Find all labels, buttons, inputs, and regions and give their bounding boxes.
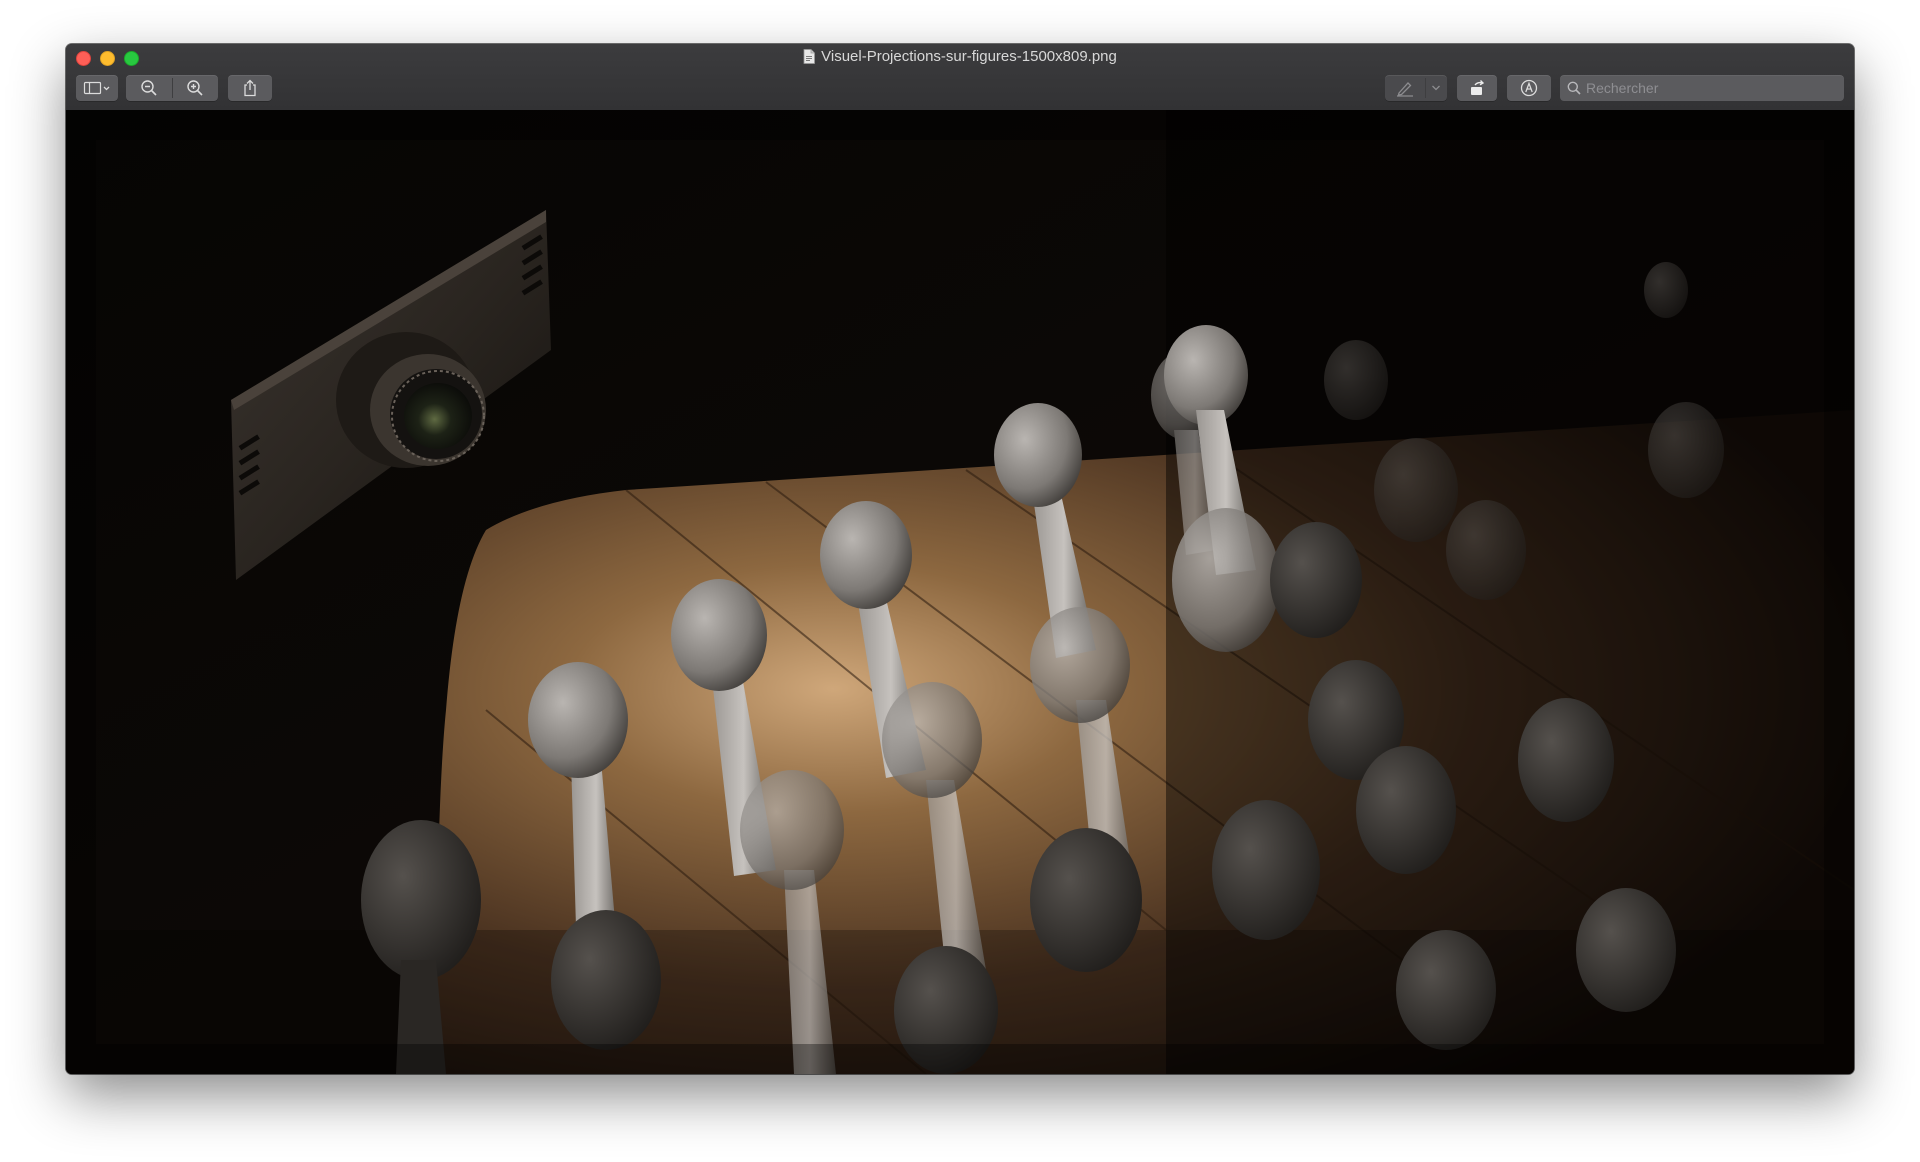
- markup-pen-icon: [1395, 79, 1415, 97]
- share-button[interactable]: [228, 75, 272, 101]
- search-input[interactable]: [1586, 75, 1836, 101]
- chevron-down-icon: [1431, 84, 1441, 92]
- zoom-out-button[interactable]: [126, 75, 172, 101]
- search-field[interactable]: [1560, 75, 1844, 101]
- document-icon: [803, 49, 816, 70]
- zoom-control: [126, 75, 218, 101]
- markup-pen-control: [1385, 75, 1447, 101]
- rotate-button[interactable]: [1457, 75, 1497, 101]
- zoom-in-icon: [186, 79, 204, 97]
- markup-options-button[interactable]: [1425, 75, 1447, 101]
- annotate-icon: [1519, 78, 1539, 98]
- zoom-in-button[interactable]: [172, 75, 218, 101]
- search-icon: [1567, 81, 1581, 100]
- share-icon: [242, 79, 258, 97]
- sidebar-toggle-button[interactable]: [76, 75, 118, 101]
- annotate-button[interactable]: [1507, 75, 1551, 101]
- sidebar-toggle-icon: [82, 80, 112, 96]
- image-canvas[interactable]: [66, 110, 1854, 1074]
- window-title: Visuel-Projections-sur-figures-1500x809.…: [66, 47, 1854, 70]
- rotate-icon: [1467, 79, 1487, 97]
- markup-pen-button[interactable]: [1385, 75, 1425, 101]
- projector-and-figures-render: [66, 110, 1854, 1074]
- window-title-text: Visuel-Projections-sur-figures-1500x809.…: [821, 48, 1117, 65]
- zoom-out-icon: [140, 79, 158, 97]
- preview-window: Visuel-Projections-sur-figures-1500x809.…: [66, 44, 1854, 1074]
- title-bar[interactable]: Visuel-Projections-sur-figures-1500x809.…: [66, 44, 1854, 111]
